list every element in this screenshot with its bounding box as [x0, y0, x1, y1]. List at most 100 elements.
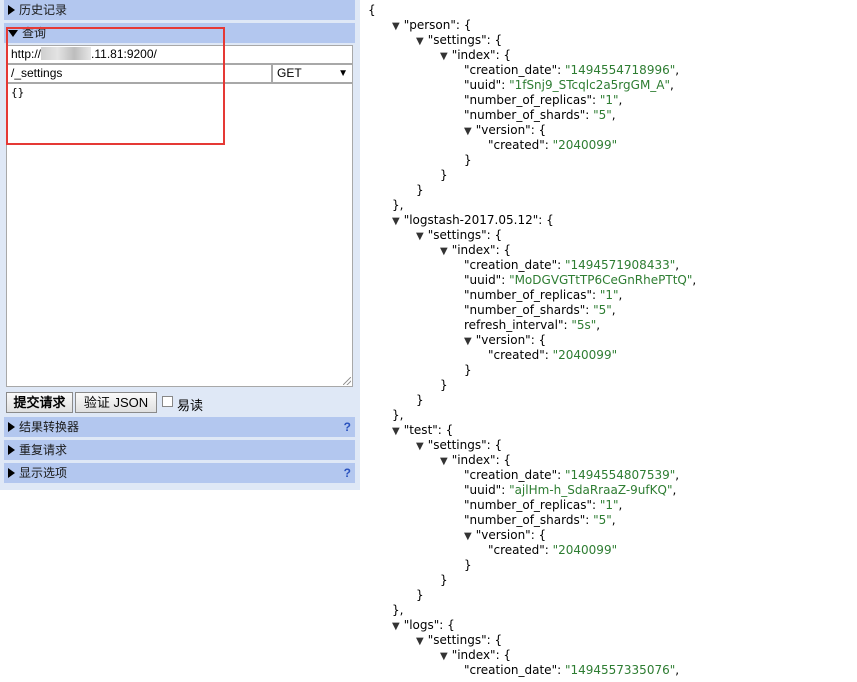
- server-url-input[interactable]: http:// .11.81:9200/: [6, 45, 353, 64]
- help-icon[interactable]: ?: [344, 417, 351, 437]
- collapse-toggle-icon[interactable]: ▼: [416, 36, 424, 47]
- easy-read-checkbox[interactable]: [162, 396, 173, 407]
- collapse-toggle-icon[interactable]: ▼: [464, 126, 472, 137]
- json-string-value: "5s": [571, 318, 597, 332]
- json-key: "version": [475, 333, 531, 347]
- json-line: }: [440, 378, 448, 393]
- json-punct: : {: [486, 438, 503, 452]
- json-punct: :: [591, 93, 600, 107]
- json-line: }: [440, 168, 448, 183]
- collapse-toggle-icon[interactable]: ▼: [440, 651, 448, 662]
- json-punct: :: [557, 663, 565, 677]
- json-punct: ,: [675, 63, 680, 77]
- json-punct: ,: [675, 663, 680, 677]
- method-value: GET: [277, 66, 302, 80]
- json-punct: :: [544, 348, 553, 362]
- json-bracket: },: [392, 198, 404, 212]
- json-key: "person": [403, 18, 456, 32]
- request-body-textarea[interactable]: {}: [6, 83, 353, 387]
- json-line: {: [368, 3, 376, 18]
- display-options-label: 显示选项: [19, 466, 68, 480]
- url-prefix: http://: [11, 47, 42, 61]
- query-label: 查询: [22, 26, 47, 40]
- result-transformer-section-header[interactable]: 结果转换器 ?: [4, 417, 355, 437]
- collapse-toggle-icon[interactable]: ▼: [392, 216, 400, 227]
- json-punct: :: [544, 543, 553, 557]
- json-key: "index": [451, 48, 496, 62]
- json-line[interactable]: ▼ "test": {: [392, 423, 453, 438]
- json-key: refresh_interval": [464, 318, 564, 332]
- json-string-value: "1494557335076": [564, 663, 676, 677]
- json-key: "settings": [427, 438, 487, 452]
- json-string-value: "2040099": [552, 138, 618, 152]
- json-line: "number_of_replicas": "1",: [464, 93, 622, 108]
- collapse-toggle-icon[interactable]: ▼: [392, 621, 400, 632]
- json-line: "created": "2040099": [488, 138, 617, 153]
- json-key: "number_of_shards": [464, 108, 586, 122]
- collapse-toggle-icon[interactable]: ▼: [440, 246, 448, 257]
- path-input[interactable]: /_settings: [6, 64, 272, 83]
- json-bracket: },: [392, 408, 404, 422]
- collapse-toggle-icon[interactable]: ▼: [440, 51, 448, 62]
- json-bracket: }: [440, 573, 448, 587]
- json-punct: :: [585, 513, 594, 527]
- json-line[interactable]: ▼ "logs": {: [392, 618, 455, 633]
- help-icon[interactable]: ?: [344, 463, 351, 483]
- json-line: }: [440, 573, 448, 588]
- json-punct: :: [501, 483, 510, 497]
- json-line[interactable]: ▼ "index": {: [440, 243, 511, 258]
- json-line: "number_of_replicas": "1",: [464, 288, 622, 303]
- validate-json-button[interactable]: 验证 JSON: [75, 392, 157, 413]
- collapse-toggle-icon[interactable]: ▼: [416, 441, 424, 452]
- json-line[interactable]: ▼ "logstash-2017.05.12": {: [392, 213, 554, 228]
- json-line[interactable]: ▼ "settings": {: [416, 438, 502, 453]
- json-line[interactable]: ▼ "version": {: [464, 528, 546, 543]
- collapse-toggle-icon[interactable]: ▼: [416, 231, 424, 242]
- collapse-toggle-icon[interactable]: ▼: [464, 531, 472, 542]
- display-options-section-header[interactable]: 显示选项 ?: [4, 463, 355, 483]
- json-line[interactable]: ▼ "version": {: [464, 123, 546, 138]
- redacted-ip: [41, 47, 92, 60]
- json-response-view: {▼ "person": {▼ "settings": {▼ "index": {"c…: [366, 0, 856, 682]
- json-punct: :: [585, 108, 594, 122]
- json-line[interactable]: ▼ "settings": {: [416, 33, 502, 48]
- json-key: "creation_date": [464, 63, 558, 77]
- collapse-toggle-icon[interactable]: ▼: [464, 336, 472, 347]
- result-transformer-label: 结果转换器: [19, 420, 80, 434]
- collapse-toggle-icon[interactable]: ▼: [392, 21, 400, 32]
- expand-arrow-icon: [8, 468, 15, 478]
- repeat-request-label: 重复请求: [19, 443, 68, 457]
- history-section-header[interactable]: 历史记录: [4, 0, 355, 20]
- json-bracket: }: [464, 558, 472, 572]
- json-line: }: [416, 588, 424, 603]
- collapse-toggle-icon[interactable]: ▼: [392, 426, 400, 437]
- repeat-request-section-header[interactable]: 重复请求: [4, 440, 355, 460]
- json-line[interactable]: ▼ "index": {: [440, 648, 511, 663]
- json-punct: : {: [486, 228, 503, 242]
- json-line: }: [416, 183, 424, 198]
- collapse-toggle-icon[interactable]: ▼: [440, 456, 448, 467]
- json-string-value: "1494554718996": [564, 63, 676, 77]
- json-line[interactable]: ▼ "index": {: [440, 453, 511, 468]
- json-line: }: [416, 393, 424, 408]
- json-line[interactable]: ▼ "settings": {: [416, 228, 502, 243]
- json-line: }: [464, 363, 472, 378]
- method-select[interactable]: GET ▼: [272, 64, 353, 83]
- json-line: },: [392, 603, 403, 618]
- json-key: "test": [403, 423, 438, 437]
- easy-read-label: 易读: [177, 398, 204, 413]
- json-bracket: }: [440, 378, 448, 392]
- submit-request-button[interactable]: 提交请求: [6, 392, 73, 413]
- json-line[interactable]: ▼ "person": {: [392, 18, 471, 33]
- json-line[interactable]: ▼ "settings": {: [416, 633, 502, 648]
- json-line: "uuid": "MoDGVGTtTP6CeGnRhePTtQ",: [464, 273, 696, 288]
- json-key: "number_of_replicas": [464, 288, 592, 302]
- json-line[interactable]: ▼ "index": {: [440, 48, 511, 63]
- resize-handle-icon[interactable]: [343, 377, 351, 385]
- json-line: "creation_date": "1494554718996",: [464, 63, 679, 78]
- collapse-toggle-icon[interactable]: ▼: [416, 636, 424, 647]
- json-line[interactable]: ▼ "version": {: [464, 333, 546, 348]
- query-section-header[interactable]: 查询: [4, 23, 355, 43]
- json-punct: : {: [530, 333, 547, 347]
- json-line: "number_of_shards": "5",: [464, 513, 616, 528]
